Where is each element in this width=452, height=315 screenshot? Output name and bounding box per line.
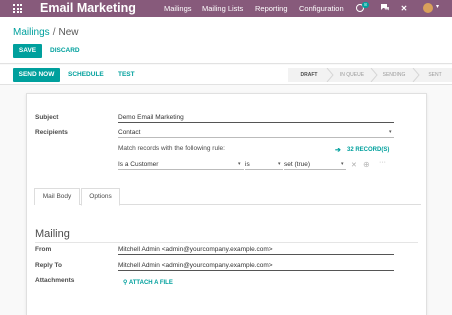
more-options-icon[interactable]: ··· bbox=[379, 159, 386, 166]
test-button[interactable]: TEST bbox=[118, 68, 135, 82]
chevron-down-icon[interactable]: ▾ bbox=[341, 161, 344, 167]
form-sheet: Subject Demo Email Marketing Recipients … bbox=[26, 93, 427, 315]
recipients-label: Recipients bbox=[35, 129, 68, 136]
subject-label: Subject bbox=[35, 114, 59, 121]
stage-separator bbox=[412, 68, 420, 82]
chevron-down-icon[interactable]: ▾ bbox=[278, 161, 281, 167]
stage-sending[interactable]: SENDING bbox=[376, 68, 412, 82]
chevron-down-icon[interactable]: ▾ bbox=[436, 3, 439, 10]
close-icon[interactable]: ✕ bbox=[400, 3, 408, 14]
close-icon[interactable]: ✕ bbox=[351, 161, 357, 169]
reply-to-label: Reply To bbox=[35, 262, 62, 269]
attach-file-button[interactable]: ⚲ ATTACH A FILE bbox=[123, 279, 173, 286]
menu-configuration[interactable]: Configuration bbox=[299, 0, 344, 17]
chevron-down-icon[interactable]: ▾ bbox=[389, 129, 392, 135]
domain-field-select[interactable]: Is a Customer bbox=[118, 160, 244, 170]
arrow-right-icon: ➔ bbox=[335, 147, 341, 154]
send-now-button[interactable]: SEND NOW bbox=[13, 68, 60, 82]
domain-value-select[interactable]: set (true) bbox=[284, 160, 346, 170]
menu-mailings[interactable]: Mailings bbox=[164, 0, 192, 17]
breadcrumb-current: New bbox=[58, 27, 79, 38]
user-avatar[interactable] bbox=[423, 3, 433, 13]
tab-options[interactable]: Options bbox=[81, 188, 120, 206]
menu-mailing-lists[interactable]: Mailing Lists bbox=[202, 0, 243, 17]
breadcrumb: Mailings / New bbox=[13, 27, 78, 38]
domain-operator-value: is bbox=[245, 161, 250, 168]
control-panel: Mailings / New SAVE DISCARD bbox=[0, 17, 452, 64]
attach-file-label: ATTACH A FILE bbox=[128, 280, 173, 286]
subject-input[interactable]: Demo Email Marketing bbox=[118, 113, 394, 123]
domain-field-value: Is a Customer bbox=[118, 161, 159, 168]
mailing-section-title: Mailing bbox=[35, 228, 70, 240]
reply-to-input[interactable]: Mitchell Admin <admin@yourcompany.exampl… bbox=[118, 261, 394, 271]
stage-pipeline: DRAFT IN QUEUE SENDING SENT bbox=[288, 68, 452, 82]
stage-in-queue[interactable]: IN QUEUE bbox=[332, 68, 372, 82]
from-label: From bbox=[35, 246, 52, 253]
activity-badge: 8 bbox=[362, 2, 369, 8]
from-input[interactable]: Mitchell Admin <admin@yourcompany.exampl… bbox=[118, 245, 394, 255]
chevron-down-icon[interactable]: ▾ bbox=[238, 161, 241, 167]
attachments-label: Attachments bbox=[35, 277, 75, 284]
stage-draft[interactable]: DRAFT bbox=[288, 68, 330, 82]
domain-value: set (true) bbox=[284, 161, 311, 168]
breadcrumb-separator: / bbox=[52, 27, 56, 38]
top-navbar: Email Marketing Mailings Mailing Lists R… bbox=[0, 0, 452, 17]
app-title: Email Marketing bbox=[40, 1, 136, 15]
rule-description: Match records with the following rule: bbox=[118, 145, 225, 152]
schedule-button[interactable]: SCHEDULE bbox=[68, 68, 104, 82]
add-rule-icon[interactable]: ⊕ bbox=[363, 160, 370, 169]
statusbar: SEND NOW SCHEDULE TEST DRAFT IN QUEUE SE… bbox=[0, 65, 452, 85]
chat-icon[interactable] bbox=[380, 3, 390, 14]
menu-reporting[interactable]: Reporting bbox=[255, 0, 288, 17]
breadcrumb-mailings-link[interactable]: Mailings bbox=[13, 27, 50, 38]
notebook-tabs: Mail Body Options bbox=[34, 188, 421, 206]
paperclip-icon: ⚲ bbox=[123, 280, 128, 286]
stage-sent[interactable]: SENT bbox=[420, 68, 450, 82]
recipients-select[interactable]: Contact bbox=[118, 128, 394, 138]
recipients-value: Contact bbox=[118, 129, 141, 136]
discard-button[interactable]: DISCARD bbox=[50, 44, 80, 58]
apps-grid-icon[interactable] bbox=[13, 4, 22, 13]
tab-mail-body[interactable]: Mail Body bbox=[34, 188, 80, 205]
section-divider bbox=[35, 242, 418, 243]
records-count-link[interactable]: 32 RECORD(S) bbox=[347, 147, 389, 153]
save-button[interactable]: SAVE bbox=[13, 44, 42, 58]
